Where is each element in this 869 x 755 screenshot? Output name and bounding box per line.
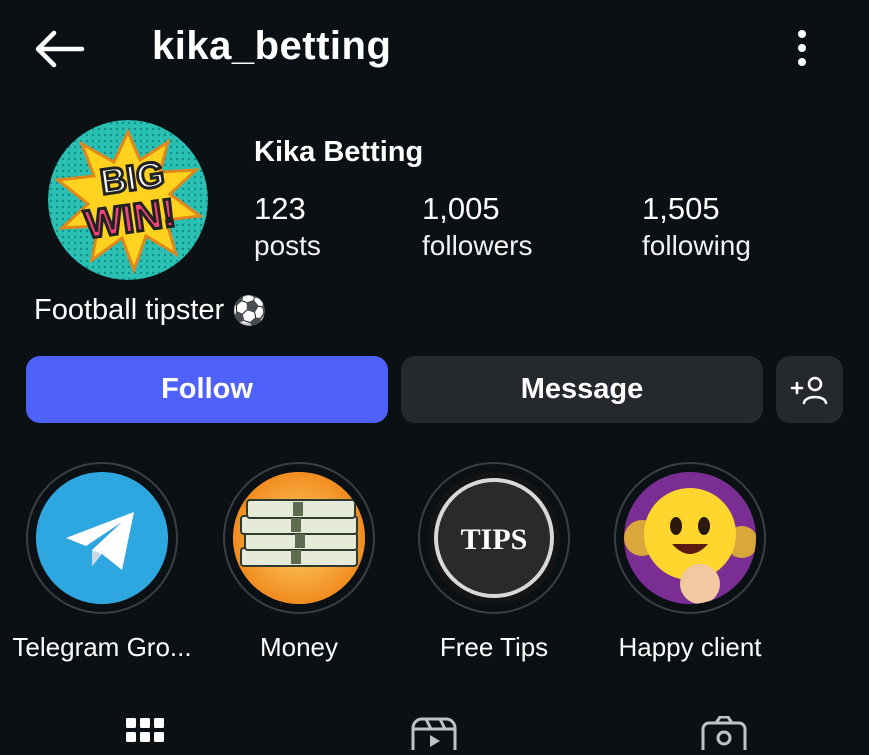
highlight-ring: TIPS (418, 462, 570, 614)
grid-icon (126, 718, 164, 742)
smiley-coin-icon (624, 472, 756, 604)
profile-tabs (0, 708, 869, 755)
highlight-free-tips[interactable]: TIPS Free Tips (394, 462, 594, 663)
highlight-label: Happy client (618, 632, 762, 662)
followers-count: 1,005 (422, 191, 500, 226)
following-count: 1,505 (642, 191, 720, 226)
tab-tagged[interactable] (700, 715, 748, 755)
bio-text: Football tipster (34, 294, 225, 326)
reels-icon (411, 717, 457, 755)
top-bar: kika_betting (0, 0, 869, 96)
followers-stat[interactable]: 1,005 followers (422, 190, 532, 264)
highlight-label: Money (259, 632, 339, 662)
add-user-icon (790, 376, 827, 404)
more-vertical-icon (798, 30, 806, 66)
profile-avatar[interactable]: BIG WIN! (48, 120, 208, 280)
display-name: Kika Betting (254, 136, 424, 168)
arrow-left-icon (35, 30, 85, 68)
tips-badge-icon: TIPS (428, 472, 560, 604)
followers-label: followers (422, 230, 533, 261)
back-button[interactable] (30, 24, 88, 74)
money-stack-icon (233, 472, 365, 604)
follow-button[interactable]: Follow (26, 356, 388, 423)
tips-text: TIPS (461, 523, 528, 556)
highlight-money[interactable]: Money (199, 462, 399, 663)
highlight-happy-client[interactable]: Happy client (590, 462, 790, 663)
highlight-telegram[interactable]: Telegram Gro... (2, 462, 202, 663)
profile-bio: Football tipster ⚽ (34, 294, 267, 327)
message-button[interactable]: Message (401, 356, 763, 423)
highlight-label: Telegram Gro... (12, 632, 192, 662)
following-stat[interactable]: 1,505 following (642, 190, 751, 264)
tab-reels[interactable] (410, 716, 458, 755)
highlight-label: Free Tips (439, 632, 549, 662)
highlight-ring (223, 462, 375, 614)
posts-stat[interactable]: 123 posts (254, 190, 321, 264)
telegram-icon (36, 472, 168, 604)
big-win-comic-icon: BIG WIN! (48, 120, 208, 280)
profile-username: kika_betting (152, 24, 392, 68)
posts-count: 123 (254, 191, 306, 226)
more-options-button[interactable] (782, 24, 822, 72)
highlight-ring (26, 462, 178, 614)
soccer-ball-icon: ⚽ (232, 295, 268, 326)
tagged-icon (701, 715, 747, 755)
following-label: following (642, 230, 751, 261)
highlight-ring (614, 462, 766, 614)
posts-label: posts (254, 230, 321, 261)
tab-grid[interactable] (125, 716, 165, 755)
add-user-button[interactable] (776, 356, 843, 423)
